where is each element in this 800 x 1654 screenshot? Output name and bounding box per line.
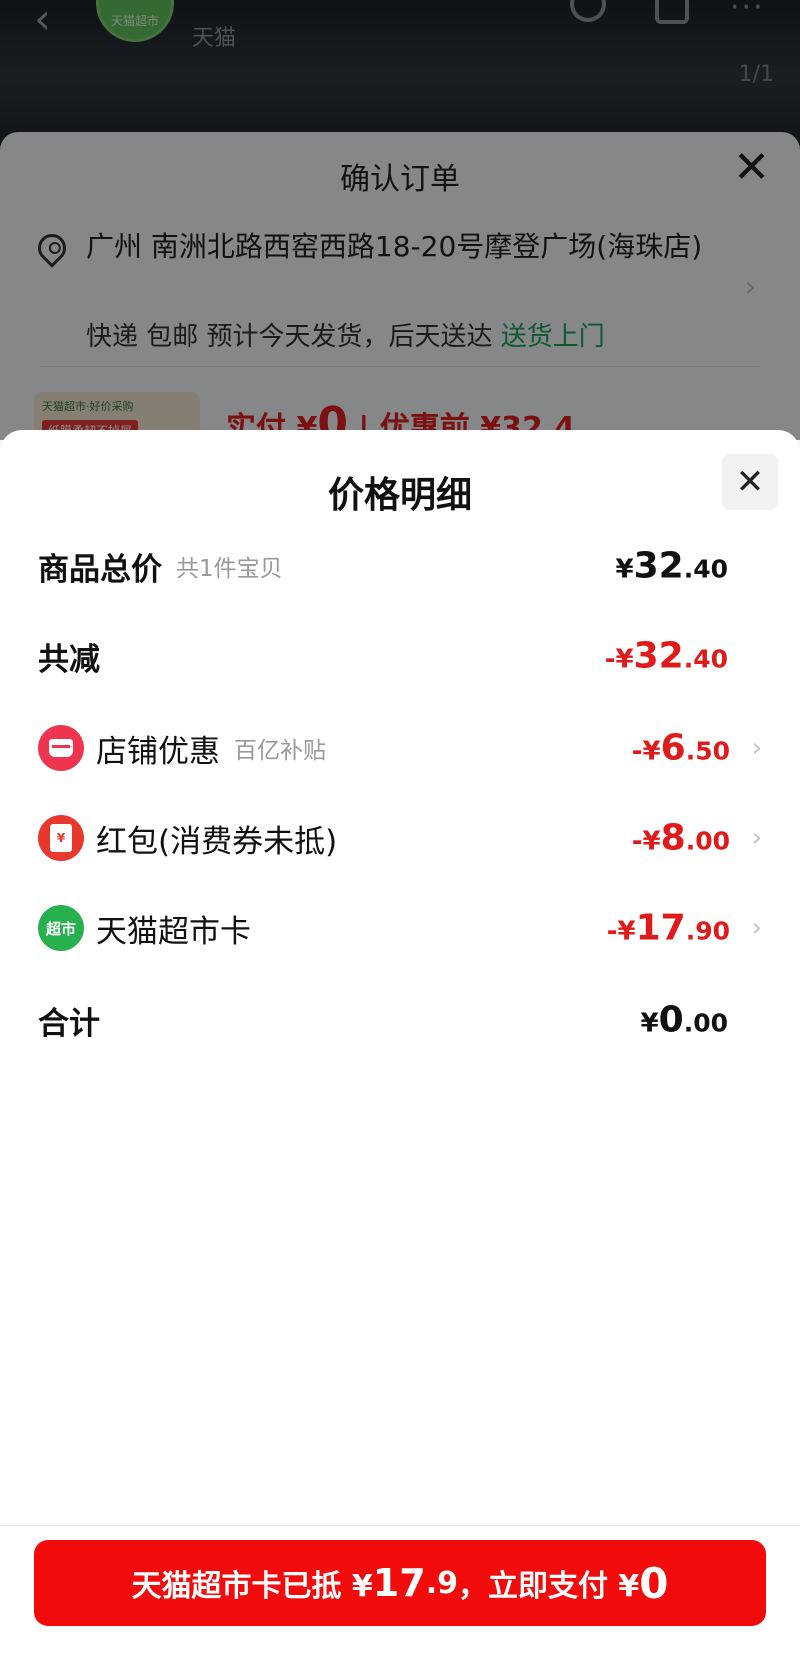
row-red-packet[interactable]: ¥ 红包(消费券未抵) -¥8.00 › <box>38 808 762 868</box>
row-goods-total: 商品总价 共1件宝贝 ¥32.40 <box>38 536 762 596</box>
row-label: 商品总价 <box>38 551 162 588</box>
red-packet-icon: ¥ <box>38 815 84 861</box>
chevron-right-icon: › <box>751 913 762 943</box>
tmall-market-icon: 超市 <box>38 905 84 951</box>
currency-symbol: ¥ <box>615 554 634 585</box>
row-label: 合计 <box>38 1005 100 1042</box>
screen: ‹ 天猫超市 天猫 ··· 1/1 确认订单 ✕ 广州 南洲北路西窑西路18-2… <box>0 0 800 1654</box>
amount-decimal: .00 <box>685 826 730 856</box>
row-shop-discount[interactable]: 店铺优惠 百亿补贴 -¥6.50 › <box>38 718 762 778</box>
amount-decimal: .40 <box>683 644 728 674</box>
currency-symbol: -¥ <box>631 826 661 857</box>
chevron-right-icon: › <box>751 733 762 763</box>
overlay-dim[interactable] <box>0 0 800 440</box>
close-icon: ✕ <box>735 462 765 502</box>
market-card-amount: -¥17.90 <box>607 908 730 949</box>
currency-symbol: ¥ <box>640 1008 659 1039</box>
deducted-integer: 17 <box>372 1561 426 1605</box>
row-sublabel: 百亿补贴 <box>234 738 326 764</box>
shop-discount-amount: -¥6.50 <box>632 728 730 769</box>
red-packet-amount: -¥8.00 <box>632 818 730 859</box>
amount-decimal: .50 <box>685 736 730 766</box>
amount-integer: 6 <box>660 727 686 769</box>
amount-integer: 0 <box>658 999 684 1041</box>
row-label: 红包(消费券未抵) <box>96 823 338 860</box>
amount-decimal: .00 <box>683 1008 728 1038</box>
currency-symbol: -¥ <box>631 736 661 767</box>
row-total-reduction: 共减 -¥32.40 <box>38 626 762 686</box>
chevron-right-icon: › <box>751 823 762 853</box>
row-label: 天猫超市卡 <box>96 913 251 950</box>
row-sum: 合计 ¥0.00 <box>38 990 762 1050</box>
pay-button-middle: ，立即支付 ¥ <box>457 1569 640 1604</box>
amount-decimal: .40 <box>683 554 728 584</box>
total-reduction-amount: -¥32.40 <box>605 636 728 677</box>
amount-integer: 17 <box>635 907 686 949</box>
goods-total-amount: ¥32.40 <box>616 546 729 587</box>
pay-now-button[interactable]: 天猫超市卡已抵 ¥17.9 ，立即支付 ¥0 <box>34 1540 766 1626</box>
sum-amount: ¥0.00 <box>641 1000 728 1041</box>
amount-integer: 8 <box>660 817 686 859</box>
row-tmall-market-card[interactable]: 超市 天猫超市卡 -¥17.90 › <box>38 898 762 958</box>
row-label: 共减 <box>38 641 100 678</box>
pay-button-amount: 0 <box>639 1558 669 1608</box>
price-detail-sheet: 价格明细 ✕ 商品总价 共1件宝贝 ¥32.40 共减 -¥32.40 店铺优惠… <box>0 430 800 1654</box>
amount-decimal: .90 <box>685 916 730 946</box>
deducted-decimal: .9 <box>425 1565 458 1601</box>
amount-integer: 32 <box>633 635 684 677</box>
pay-button-prefix: 天猫超市卡已抵 ¥ <box>131 1569 373 1604</box>
row-label: 店铺优惠 <box>96 733 220 770</box>
row-sublabel: 共1件宝贝 <box>176 556 283 582</box>
currency-symbol: -¥ <box>604 644 634 675</box>
pay-bar: 天猫超市卡已抵 ¥17.9 ，立即支付 ¥0 <box>0 1525 800 1654</box>
close-button[interactable]: ✕ <box>722 454 778 510</box>
currency-symbol: -¥ <box>606 916 636 947</box>
store-icon <box>38 725 84 771</box>
red-packet-icon-glyph: ¥ <box>50 824 72 852</box>
price-detail-title: 价格明细 <box>327 475 472 516</box>
amount-integer: 32 <box>633 545 684 587</box>
